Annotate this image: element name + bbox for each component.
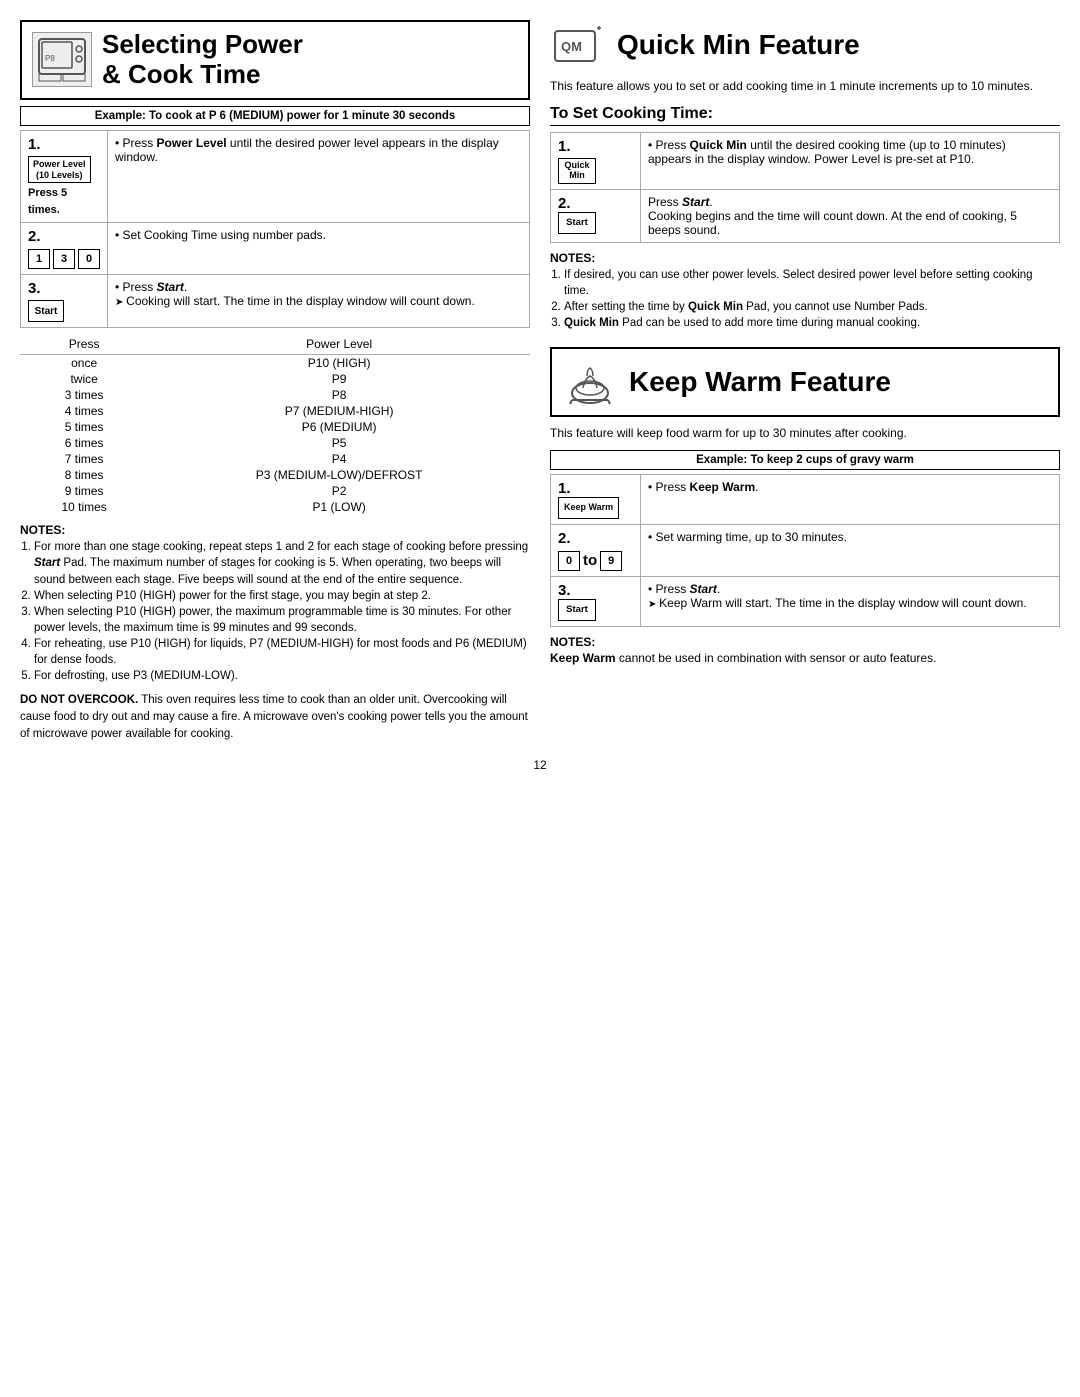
keep-warm-button: Keep Warm xyxy=(558,497,619,519)
example-bar: Example: To cook at P 6 (MEDIUM) power f… xyxy=(20,106,530,126)
step-3-num: 3. Start xyxy=(21,275,108,328)
left-notes-list: For more than one stage cooking, repeat … xyxy=(20,539,530,684)
note-3: When selecting P10 (HIGH) power, the max… xyxy=(34,604,530,636)
kw-notes-text: Keep Warm cannot be used in combination … xyxy=(550,651,1060,665)
qm-steps-table: 1. QuickMin • Press Quick Min until the … xyxy=(550,132,1060,243)
step-3-row: 3. Start • Press Start. Cooking will sta… xyxy=(21,275,530,328)
pl-row-10: 10 times P1 (LOW) xyxy=(20,499,530,515)
num-pad: 1 3 0 xyxy=(28,249,100,269)
note-2: When selecting P10 (HIGH) power for the … xyxy=(34,588,530,604)
svg-text:P8: P8 xyxy=(45,54,55,63)
pl-row-2: twice P9 xyxy=(20,371,530,387)
qm-notes-title: NOTES: xyxy=(550,251,1060,265)
qm-note-1: If desired, you can use other power leve… xyxy=(564,267,1060,299)
qm-step-1: 1. QuickMin • Press Quick Min until the … xyxy=(551,132,1060,189)
kw-step-2-instruction: • Set warming time, up to 30 minutes. xyxy=(641,524,1060,576)
qm-step-2-instruction: Press Start. Cooking begins and the time… xyxy=(641,189,1060,242)
kw-steps-table: 1. Keep Warm • Press Keep Warm. 2. 0 to … xyxy=(550,474,1060,627)
note-5: For defrosting, use P3 (MEDIUM-LOW). xyxy=(34,668,530,684)
kw-step-1-instruction: • Press Keep Warm. xyxy=(641,474,1060,524)
step-1-row: 1. Power Level(10 Levels) Press 5 times.… xyxy=(21,130,530,223)
note-4: For reheating, use P10 (HIGH) for liquid… xyxy=(34,636,530,668)
step-2-instruction: • Set Cooking Time using number pads. xyxy=(108,223,530,275)
kw-notes-title: NOTES: xyxy=(550,635,1060,649)
key-3: 3 xyxy=(53,249,75,269)
qm-step-1-num: 1. QuickMin xyxy=(551,132,641,189)
kw-key-0: 0 xyxy=(558,551,580,571)
quick-min-button: QuickMin xyxy=(558,158,596,184)
step-1-instruction: • Press Power Level until the desired po… xyxy=(108,130,530,223)
left-column: P8 Selecting Power & Cook Time Example: … xyxy=(20,20,530,742)
pl-row-4: 4 times P7 (MEDIUM-HIGH) xyxy=(20,403,530,419)
pl-row-9: 9 times P2 xyxy=(20,483,530,499)
steps-table: 1. Power Level(10 Levels) Press 5 times.… xyxy=(20,130,530,329)
quick-min-icon: QM xyxy=(550,20,605,70)
keep-warm-header: Keep Warm Feature xyxy=(550,347,1060,417)
kw-step-2: 2. 0 to 9 • Set warming time, up to 30 m… xyxy=(551,524,1060,576)
kw-step-3-sub: Keep Warm will start. The time in the di… xyxy=(648,596,1027,610)
power-level-button: Power Level(10 Levels) xyxy=(28,156,91,184)
step-2-row: 2. 1 3 0 • Set Cooking Time using number… xyxy=(21,223,530,275)
do-not-overcook: DO NOT OVERCOOK. This oven requires less… xyxy=(20,692,530,742)
selecting-power-header: P8 Selecting Power & Cook Time xyxy=(20,20,530,100)
key-1: 1 xyxy=(28,249,50,269)
pl-row-8: 8 times P3 (MEDIUM-LOW)/DEFROST xyxy=(20,467,530,483)
qm-notes-list: If desired, you can use other power leve… xyxy=(550,267,1060,331)
qm-note-2: After setting the time by Quick Min Pad,… xyxy=(564,299,1060,315)
qm-notes: NOTES: If desired, you can use other pow… xyxy=(550,251,1060,331)
kw-number-range: 0 to 9 xyxy=(558,551,633,571)
pl-col-level: Power Level xyxy=(148,336,530,355)
step-1-num: 1. Power Level(10 Levels) Press 5 times. xyxy=(21,130,108,223)
kw-example-bar: Example: To keep 2 cups of gravy warm xyxy=(550,450,1060,470)
qm-step-1-instruction: • Press Quick Min until the desired cook… xyxy=(641,132,1060,189)
power-level-table: Press Power Level once P10 (HIGH) twice … xyxy=(20,336,530,515)
pl-row-5: 5 times P6 (MEDIUM) xyxy=(20,419,530,435)
selecting-power-title: Selecting Power & Cook Time xyxy=(102,30,303,90)
kw-step-1-num: 1. Keep Warm xyxy=(551,474,641,524)
quick-min-title: Quick Min Feature xyxy=(617,29,860,61)
quick-min-desc: This feature allows you to set or add co… xyxy=(550,78,1060,95)
qm-start-button: Start xyxy=(558,212,596,234)
pl-col-press: Press xyxy=(20,336,148,355)
svg-text:QM: QM xyxy=(561,39,582,54)
kw-step-3-num: 3. Start xyxy=(551,576,641,626)
qm-step-2-num: 2. Start xyxy=(551,189,641,242)
pl-row-6: 6 times P5 xyxy=(20,435,530,451)
pl-row-1: once P10 (HIGH) xyxy=(20,355,530,372)
pl-row-7: 7 times P4 xyxy=(20,451,530,467)
kw-step-3: 3. Start • Press Start. Keep Warm will s… xyxy=(551,576,1060,626)
qm-note-3: Quick Min Pad can be used to add more ti… xyxy=(564,315,1060,331)
kw-notes: NOTES: Keep Warm cannot be used in combi… xyxy=(550,635,1060,665)
qm-step-2: 2. Start Press Start. Cooking begins and… xyxy=(551,189,1060,242)
left-notes: NOTES: For more than one stage cooking, … xyxy=(20,523,530,684)
page-container: P8 Selecting Power & Cook Time Example: … xyxy=(20,20,1060,742)
step-2-num: 2. 1 3 0 xyxy=(21,223,108,275)
quick-min-header: QM Quick Min Feature xyxy=(550,20,1060,70)
keep-warm-title: Keep Warm Feature xyxy=(629,366,891,398)
kw-step-1: 1. Keep Warm • Press Keep Warm. xyxy=(551,474,1060,524)
pl-row-3: 3 times P8 xyxy=(20,387,530,403)
start-button-left: Start xyxy=(28,300,64,322)
notes-title-left: NOTES: xyxy=(20,523,530,537)
note-1: For more than one stage cooking, repeat … xyxy=(34,539,530,587)
to-set-cooking-title: To Set Cooking Time: xyxy=(550,105,1060,126)
page-number: 12 xyxy=(20,758,1060,772)
step-3-instruction: • Press Start. Cooking will start. The t… xyxy=(108,275,530,328)
kw-step-2-num: 2. 0 to 9 xyxy=(551,524,641,576)
keep-warm-desc: This feature will keep food warm for up … xyxy=(550,425,1060,442)
right-column: QM Quick Min Feature This feature allows… xyxy=(550,20,1060,742)
microwave-icon: P8 xyxy=(32,32,92,87)
key-0: 0 xyxy=(78,249,100,269)
kw-step-3-instruction: • Press Start. Keep Warm will start. The… xyxy=(641,576,1060,626)
step-3-sub: Cooking will start. The time in the disp… xyxy=(115,294,475,308)
keep-warm-icon xyxy=(562,357,617,407)
press-5-times: Press 5 times. xyxy=(28,187,67,216)
pl-header-row: Press Power Level xyxy=(20,336,530,355)
kw-start-button: Start xyxy=(558,599,596,621)
kw-key-9: 9 xyxy=(600,551,622,571)
